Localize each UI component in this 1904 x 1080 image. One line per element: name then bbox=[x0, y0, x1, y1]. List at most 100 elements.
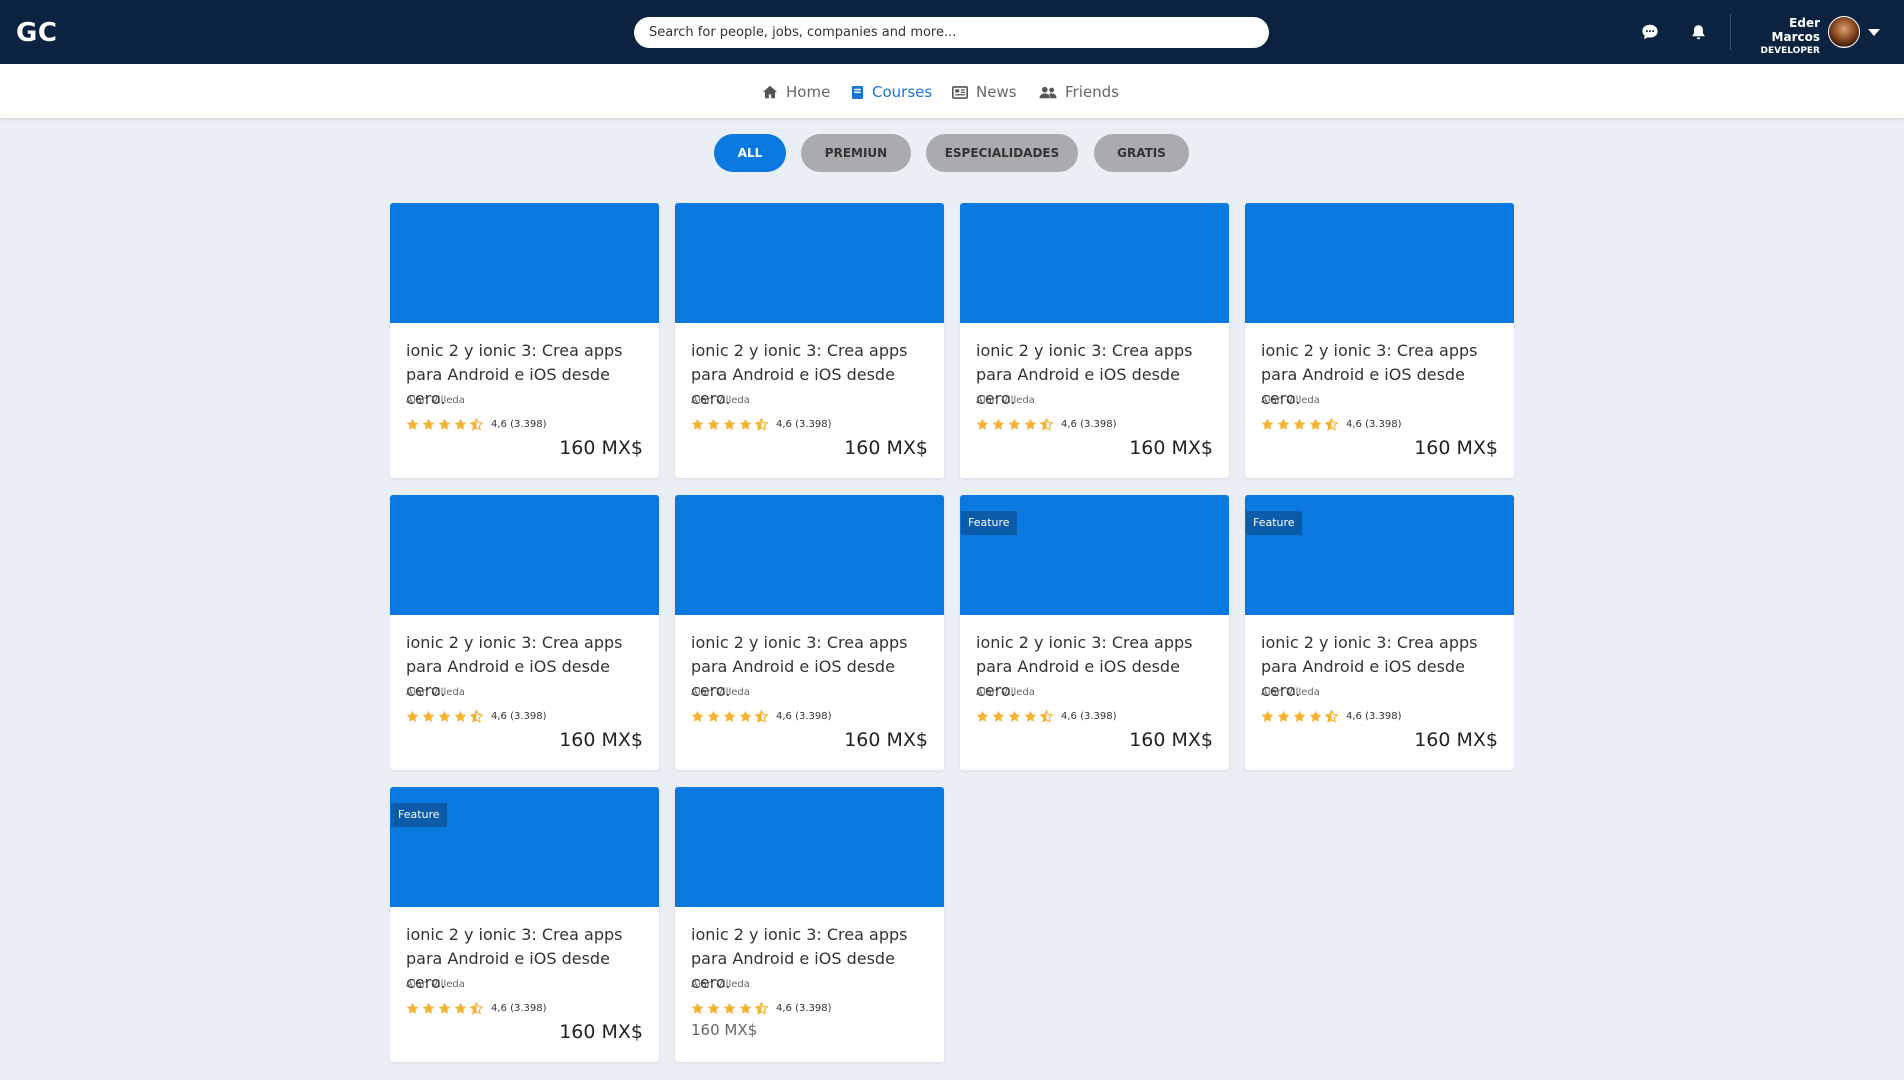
star-icon bbox=[707, 1002, 720, 1014]
course-author[interactable]: Alan Villeda bbox=[406, 395, 465, 406]
course-card[interactable]: ionic 2 y ionic 3: Crea apps para Androi… bbox=[675, 203, 944, 478]
nav-item-home[interactable]: Home bbox=[762, 83, 830, 101]
course-image[interactable] bbox=[675, 495, 944, 615]
course-image[interactable] bbox=[675, 203, 944, 323]
avatar[interactable] bbox=[1828, 16, 1860, 48]
course-card[interactable]: ionic 2 y ionic 3: Crea apps para Androi… bbox=[390, 203, 659, 478]
search-input[interactable] bbox=[634, 17, 1269, 48]
course-card[interactable]: ionic 2 y ionic 3: Crea apps para Androi… bbox=[390, 495, 659, 770]
nav-item-label: Courses bbox=[872, 83, 933, 101]
course-card[interactable]: ionic 2 y ionic 3: Crea apps para Androi… bbox=[675, 787, 944, 1062]
nav-item-label: Home bbox=[786, 83, 831, 101]
star-half-icon bbox=[1325, 418, 1338, 431]
course-card[interactable]: ionic 2 y ionic 3: Crea apps para Androi… bbox=[675, 495, 944, 770]
star-icon bbox=[454, 1002, 467, 1014]
course-price: 160 MX$ bbox=[844, 437, 928, 459]
star-half-icon bbox=[1325, 710, 1338, 723]
course-image[interactable] bbox=[675, 787, 944, 907]
star-icon bbox=[723, 1002, 736, 1014]
course-author[interactable]: Alan Villeda bbox=[976, 395, 1035, 406]
rating-text: 4,6 (3.398) bbox=[1346, 711, 1402, 722]
filter-especialidades[interactable]: ESPECIALIDADES bbox=[926, 134, 1078, 172]
course-price: 160 MX$ bbox=[559, 437, 643, 459]
user-info[interactable]: Eder Marcos DEVELOPER bbox=[1740, 16, 1820, 56]
star-half-icon bbox=[470, 710, 483, 723]
star-icon bbox=[1277, 710, 1290, 722]
star-icon bbox=[454, 710, 467, 722]
bell-icon[interactable] bbox=[1688, 22, 1708, 42]
course-image[interactable] bbox=[960, 203, 1229, 323]
course-rating: 4,6 (3.398) bbox=[1261, 418, 1402, 431]
rating-text: 4,6 (3.398) bbox=[1061, 711, 1117, 722]
nav-item-label: Friends bbox=[1065, 83, 1119, 101]
course-author[interactable]: Alan Villeda bbox=[691, 979, 750, 990]
course-rating: 4,6 (3.398) bbox=[976, 418, 1117, 431]
course-author[interactable]: Alan Villeda bbox=[976, 687, 1035, 698]
filter-all[interactable]: ALL bbox=[714, 134, 786, 172]
star-icon bbox=[976, 710, 989, 722]
star-icon bbox=[406, 1002, 419, 1014]
star-half-icon bbox=[755, 710, 768, 723]
rating-text: 4,6 (3.398) bbox=[491, 1003, 547, 1014]
filter-gratis[interactable]: GRATIS bbox=[1094, 134, 1189, 172]
star-half-icon bbox=[1040, 710, 1053, 723]
star-icon bbox=[992, 710, 1005, 722]
star-icon bbox=[1293, 418, 1306, 430]
star-icon bbox=[406, 418, 419, 430]
course-card[interactable]: Feature ionic 2 y ionic 3: Crea apps para… bbox=[1245, 495, 1514, 770]
course-price: 160 MX$ bbox=[691, 1021, 758, 1039]
star-icon bbox=[422, 418, 435, 430]
course-author[interactable]: Alan Villeda bbox=[691, 687, 750, 698]
course-image[interactable] bbox=[390, 203, 659, 323]
user-name: Eder Marcos bbox=[1771, 16, 1820, 44]
star-icon bbox=[1277, 418, 1290, 430]
course-rating: 4,6 (3.398) bbox=[691, 1002, 832, 1015]
course-image[interactable] bbox=[390, 495, 659, 615]
rating-text: 4,6 (3.398) bbox=[491, 711, 547, 722]
star-half-icon bbox=[470, 418, 483, 431]
rating-text: 4,6 (3.398) bbox=[776, 711, 832, 722]
star-icon bbox=[691, 710, 704, 722]
course-author[interactable]: Alan Villeda bbox=[406, 687, 465, 698]
star-icon bbox=[422, 710, 435, 722]
rating-text: 4,6 (3.398) bbox=[776, 1003, 832, 1014]
course-price: 160 MX$ bbox=[1414, 437, 1498, 459]
book-icon bbox=[851, 85, 864, 99]
star-icon bbox=[1309, 710, 1322, 722]
course-rating: 4,6 (3.398) bbox=[406, 418, 547, 431]
main-nav: Home Courses News Friends bbox=[0, 64, 1904, 118]
star-icon bbox=[454, 418, 467, 430]
chat-icon[interactable] bbox=[1640, 22, 1660, 42]
course-price: 160 MX$ bbox=[1129, 437, 1213, 459]
course-card[interactable]: ionic 2 y ionic 3: Crea apps para Androi… bbox=[1245, 203, 1514, 478]
star-icon bbox=[739, 418, 752, 430]
top-bar: GC Eder Marcos DEVELOPER bbox=[0, 0, 1904, 64]
nav-item-courses[interactable]: Courses bbox=[851, 83, 932, 101]
star-icon bbox=[691, 1002, 704, 1014]
course-author[interactable]: Alan Villeda bbox=[1261, 687, 1320, 698]
course-image[interactable] bbox=[1245, 203, 1514, 323]
star-icon bbox=[691, 418, 704, 430]
course-card[interactable]: ionic 2 y ionic 3: Crea apps para Androi… bbox=[960, 203, 1229, 478]
star-icon bbox=[422, 1002, 435, 1014]
course-author[interactable]: Alan Villeda bbox=[691, 395, 750, 406]
course-card[interactable]: Feature ionic 2 y ionic 3: Crea apps para… bbox=[390, 787, 659, 1062]
nav-item-label: News bbox=[976, 83, 1017, 101]
star-icon bbox=[976, 418, 989, 430]
chevron-down-icon[interactable] bbox=[1868, 29, 1880, 36]
newspaper-icon bbox=[952, 85, 968, 99]
course-price: 160 MX$ bbox=[1129, 729, 1213, 751]
course-card[interactable]: Feature ionic 2 y ionic 3: Crea apps para… bbox=[960, 495, 1229, 770]
nav-item-friends[interactable]: Friends bbox=[1039, 83, 1119, 101]
star-icon bbox=[1008, 418, 1021, 430]
app-logo[interactable]: GC bbox=[16, 18, 57, 48]
course-rating: 4,6 (3.398) bbox=[406, 1002, 547, 1015]
rating-text: 4,6 (3.398) bbox=[1061, 419, 1117, 430]
course-author[interactable]: Alan Villeda bbox=[406, 979, 465, 990]
course-price: 160 MX$ bbox=[1414, 729, 1498, 751]
star-half-icon bbox=[470, 1002, 483, 1015]
course-price: 160 MX$ bbox=[559, 729, 643, 751]
nav-item-news[interactable]: News bbox=[952, 83, 1017, 101]
filter-premiun[interactable]: PREMIUN bbox=[801, 134, 911, 172]
course-author[interactable]: Alan Villeda bbox=[1261, 395, 1320, 406]
